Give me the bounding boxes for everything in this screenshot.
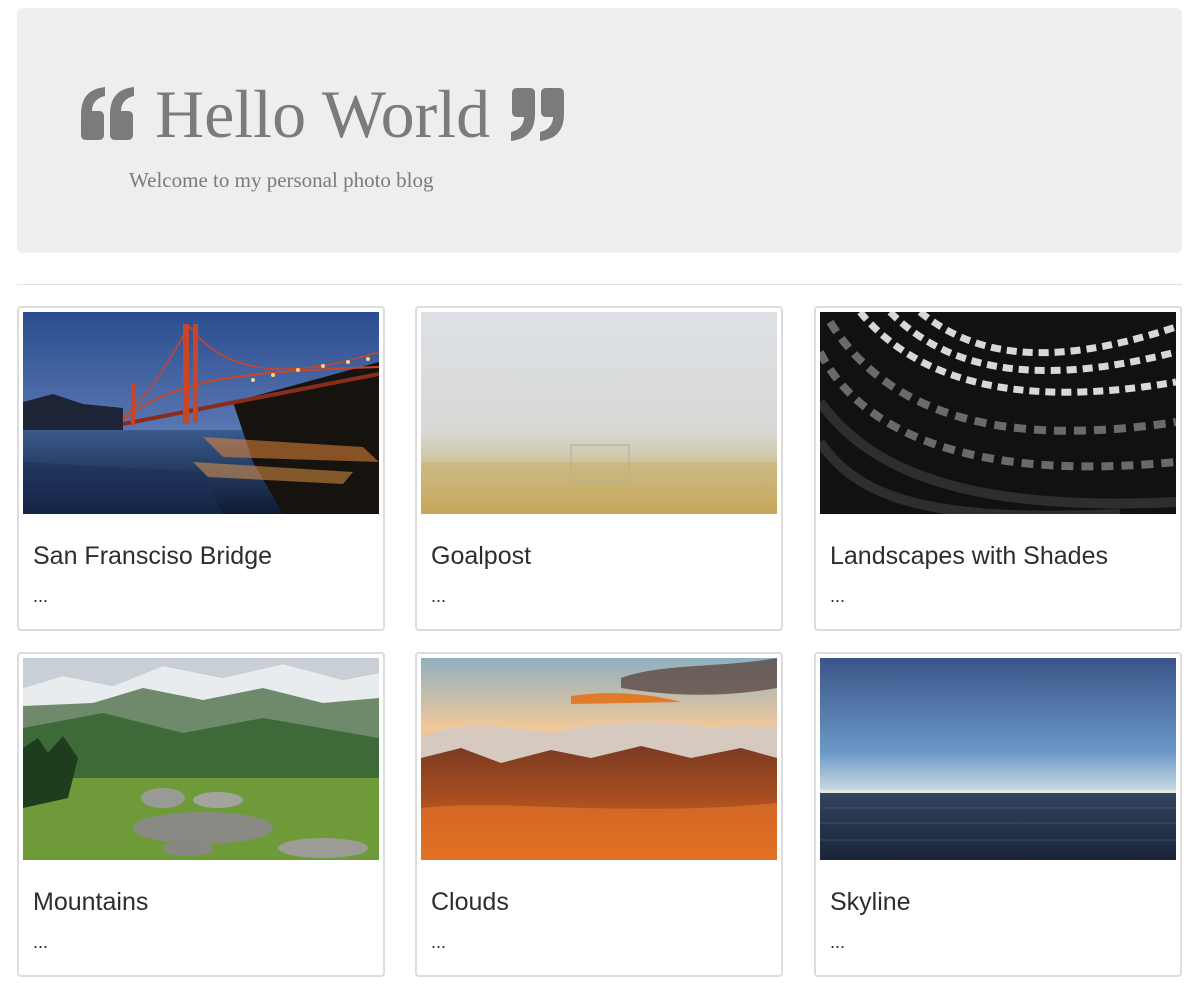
post-excerpt: ... [33,932,49,952]
post-title[interactable]: Skyline [830,888,911,917]
divider [17,284,1182,285]
post-card[interactable]: Mountains ... [17,652,385,977]
post-excerpt: ... [830,586,846,606]
quote-left-icon [77,87,139,141]
goalpost-fog-photo[interactable] [421,312,777,514]
jumbotron-header: Hello World Welcome to my personal photo… [17,8,1182,253]
golden-gate-bridge-photo[interactable] [23,312,379,514]
post-title[interactable]: Landscapes with Shades [830,542,1108,571]
page-subtitle: Welcome to my personal photo blog [129,168,434,192]
post-title[interactable]: Mountains [33,888,148,917]
post-title[interactable]: Clouds [431,888,509,917]
post-card[interactable]: San Fransciso Bridge ... [17,306,385,631]
post-excerpt: ... [830,932,846,952]
page-title: Hello World [155,76,491,152]
post-card[interactable]: Landscapes with Shades ... [814,306,1182,631]
quote-right-icon [506,87,568,141]
ocean-horizon-photo[interactable] [820,658,1176,860]
post-excerpt: ... [33,586,49,606]
clouds-sunset-photo[interactable] [421,658,777,860]
post-title[interactable]: San Fransciso Bridge [33,542,272,571]
page-heading: Hello World [77,74,568,154]
mountains-photo[interactable] [23,658,379,860]
post-title[interactable]: Goalpost [431,542,531,571]
post-excerpt: ... [431,586,447,606]
abstract-architecture-photo[interactable] [820,312,1176,514]
post-card[interactable]: Goalpost ... [415,306,783,631]
post-card[interactable]: Skyline ... [814,652,1182,977]
post-card[interactable]: Clouds ... [415,652,783,977]
post-excerpt: ... [431,932,447,952]
